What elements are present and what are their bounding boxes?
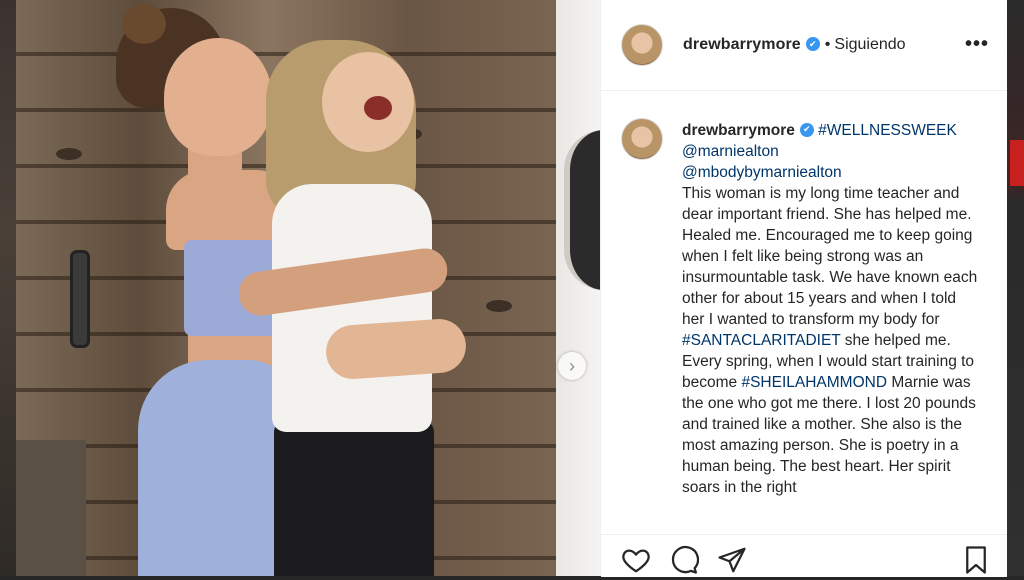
verified-badge-icon: ✔ xyxy=(805,37,820,51)
backdrop-red-tag xyxy=(1010,140,1024,186)
action-bar xyxy=(601,534,1007,577)
hashtag-link[interactable]: #SANTACLARITADIET xyxy=(682,332,840,349)
backdrop-right xyxy=(1006,0,1024,576)
caption-username[interactable]: drewbarrymore xyxy=(682,122,795,139)
woman-right-laughing-mouth xyxy=(364,96,392,120)
backdrop-left xyxy=(0,0,16,576)
mention-link[interactable]: @mbodybymarniealton xyxy=(682,162,978,183)
mirror-frame xyxy=(16,440,86,576)
header-separator: • xyxy=(824,36,831,53)
header-username[interactable]: drewbarrymore xyxy=(683,36,801,54)
follow-status-button[interactable]: Siguiendo xyxy=(834,36,905,54)
caption-body: This woman is my long time teacher and d… xyxy=(682,185,978,328)
avatar[interactable] xyxy=(621,24,663,66)
post-photo: › xyxy=(16,0,600,576)
woman-right-pants xyxy=(274,420,434,576)
verified-badge-icon: ✔ xyxy=(799,122,814,137)
paper-plane-icon xyxy=(718,547,746,573)
wood-knot xyxy=(56,148,82,160)
caption-text: drewbarrymore ✔ #WELLNESSWEEK @marniealto… xyxy=(682,120,978,498)
like-button[interactable] xyxy=(621,545,651,575)
wood-knot xyxy=(486,300,512,312)
heart-icon xyxy=(622,549,650,573)
caption-avatar[interactable] xyxy=(621,118,663,160)
door-handle xyxy=(70,250,90,348)
more-options-icon[interactable]: ••• xyxy=(965,34,989,54)
woman-left-bun xyxy=(122,4,166,44)
carousel-next-button[interactable]: › xyxy=(558,352,586,380)
chevron-right-icon: › xyxy=(569,356,575,376)
caption-area[interactable]: drewbarrymore ✔ #WELLNESSWEEK @marniealto… xyxy=(601,90,1007,534)
woman-left-face xyxy=(164,38,272,156)
hashtag-link[interactable]: #SHEILAHAMMOND xyxy=(741,374,887,391)
caption-body: Marnie was the one who got me there. I l… xyxy=(682,374,976,496)
comment-button[interactable] xyxy=(669,545,700,575)
hashtag-link[interactable]: #WELLNESSWEEK xyxy=(818,122,957,139)
bookmark-icon xyxy=(966,546,986,574)
woman-right-arms xyxy=(324,317,468,381)
round-mirror-edge xyxy=(564,130,600,290)
save-button[interactable] xyxy=(961,545,991,575)
comment-icon xyxy=(671,545,700,574)
mention-link[interactable]: @marniealton xyxy=(682,141,978,162)
share-button[interactable] xyxy=(717,545,747,575)
post-details-panel: drewbarrymore ✔ • Siguiendo ••• drewbarr… xyxy=(600,0,1007,577)
caption-fade xyxy=(601,524,1007,534)
post-header: drewbarrymore ✔ • Siguiendo ••• xyxy=(601,0,1007,91)
